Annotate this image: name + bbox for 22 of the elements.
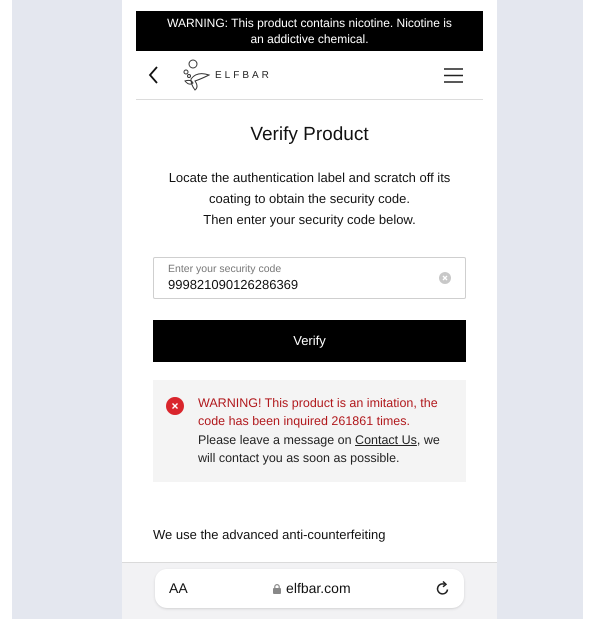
back-icon[interactable] [148,66,159,84]
text-size-button[interactable]: AA [169,578,188,599]
menu-icon[interactable] [444,68,463,82]
instruction-text: Locate the authentication label and scratch off its coating to obtain the security code. [168,168,452,208]
warning-banner: WARNING: This product contains nicotine. Nicotine is an addictive chemical. [136,11,483,51]
reload-icon[interactable] [436,581,450,596]
imitation-warning: WARNING! This product is an imitation, the code has been inquired 261861 times. [198,394,439,430]
contact-message: Please leave a message on Contact Us, we will contact you as soon as possible. [198,432,441,467]
address-bar[interactable]: AA elfbar.com [155,569,464,608]
lock-icon [273,584,282,594]
contact-us-link[interactable]: Contact Us [355,432,417,446]
logo-text: ELFBAR [215,68,272,82]
url-text: elfbar.com [286,579,351,598]
field-label: Enter your security code [168,262,282,276]
security-code-field[interactable]: Enter your security code 999821090126286369 [153,256,466,298]
verify-button[interactable]: Verify [153,320,466,362]
anti-counterfeit-text: We use the advanced anti-counterfeiting [153,526,386,544]
flower-logo-icon [181,59,211,91]
error-icon [166,396,184,414]
page-title: Verify Product [250,123,369,147]
instruction-text: Then enter your security code below. [203,210,416,229]
field-value: 999821090126286369 [168,276,300,292]
